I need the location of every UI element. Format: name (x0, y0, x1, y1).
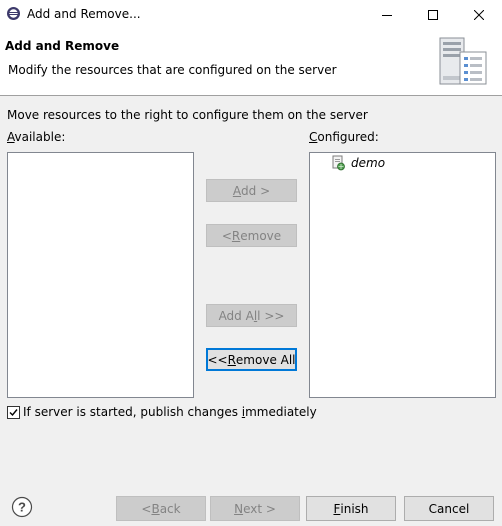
remove-all-button-text-post: emove All (235, 352, 296, 367)
header-banner: Add and Remove Modify the resources that… (0, 29, 502, 96)
cancel-button-label: Cancel (428, 501, 470, 516)
banner-title: Add and Remove (5, 39, 120, 53)
configured-label-rest: onfigured: (317, 130, 379, 144)
remove-all-button-mnemonic: R (227, 352, 236, 367)
configured-label: Configured: (309, 130, 379, 144)
remove-all-button[interactable]: << Remove All (206, 348, 297, 371)
configured-item-label: demo (351, 156, 386, 170)
add-button[interactable]: Add > (206, 179, 297, 202)
publish-immediately-label: If server is started, publish changes im… (23, 405, 317, 419)
help-icon[interactable]: ? (11, 496, 33, 518)
window-title: Add and Remove... (27, 7, 141, 21)
finish-button-mnemonic: F (333, 501, 341, 516)
add-all-button[interactable]: Add All >> (206, 304, 297, 327)
available-label: Available: (7, 130, 65, 144)
remove-button-text-pre: < (221, 228, 232, 243)
remove-button[interactable]: < Remove (206, 224, 297, 247)
minimize-icon (382, 14, 392, 16)
next-button-mnemonic: N (234, 501, 244, 516)
remove-button-text-post: emove (240, 228, 282, 243)
available-label-mnemonic: A (7, 130, 15, 144)
next-button-text-post: ext > (243, 501, 276, 516)
add-remove-dialog: Add and Remove... Add and Remove Modify … (0, 0, 502, 526)
back-button-text-pre: < (141, 501, 152, 516)
cancel-button[interactable]: Cancel (404, 496, 494, 521)
banner-description: Modify the resources that are configured… (8, 63, 337, 77)
back-button-mnemonic: B (151, 501, 160, 516)
finish-button[interactable]: Finish (306, 496, 396, 521)
add-button-text-post: dd > (241, 183, 271, 198)
finish-button-text-post: inish (340, 501, 369, 516)
minimize-button[interactable] (364, 0, 410, 29)
server-configuration-icon (439, 37, 487, 85)
add-button-mnemonic: A (232, 183, 242, 198)
maximize-button[interactable] (410, 0, 456, 29)
maximize-icon (428, 9, 438, 20)
available-list[interactable] (7, 152, 194, 398)
configured-list[interactable]: demo (309, 152, 496, 398)
back-button-text-post: ack (159, 501, 181, 516)
publish-immediately-checkbox[interactable] (7, 405, 20, 419)
svg-text:?: ? (18, 500, 26, 515)
instruction-text: Move resources to the right to configure… (7, 108, 368, 122)
add-all-button-text-pre: Add A (218, 308, 254, 323)
title-bar[interactable]: Add and Remove... (0, 0, 502, 29)
checkmark-icon (9, 408, 18, 416)
close-button[interactable] (456, 0, 502, 29)
publish-label-post: mmediately (245, 405, 317, 419)
web-module-icon (332, 155, 345, 171)
available-label-rest: vailable: (14, 130, 66, 144)
remove-button-mnemonic: R (231, 228, 241, 243)
next-button[interactable]: Next > (210, 496, 300, 521)
eclipse-app-icon (7, 7, 20, 20)
back-button[interactable]: < Back (116, 496, 206, 521)
remove-all-button-text-pre: << (207, 352, 228, 367)
publish-label-pre: If server is started, publish changes (23, 405, 242, 419)
publish-immediately-option[interactable]: If server is started, publish changes im… (7, 405, 317, 419)
add-all-button-text-post: l >> (257, 308, 285, 323)
close-icon (474, 9, 484, 20)
list-item[interactable]: demo (330, 155, 385, 171)
